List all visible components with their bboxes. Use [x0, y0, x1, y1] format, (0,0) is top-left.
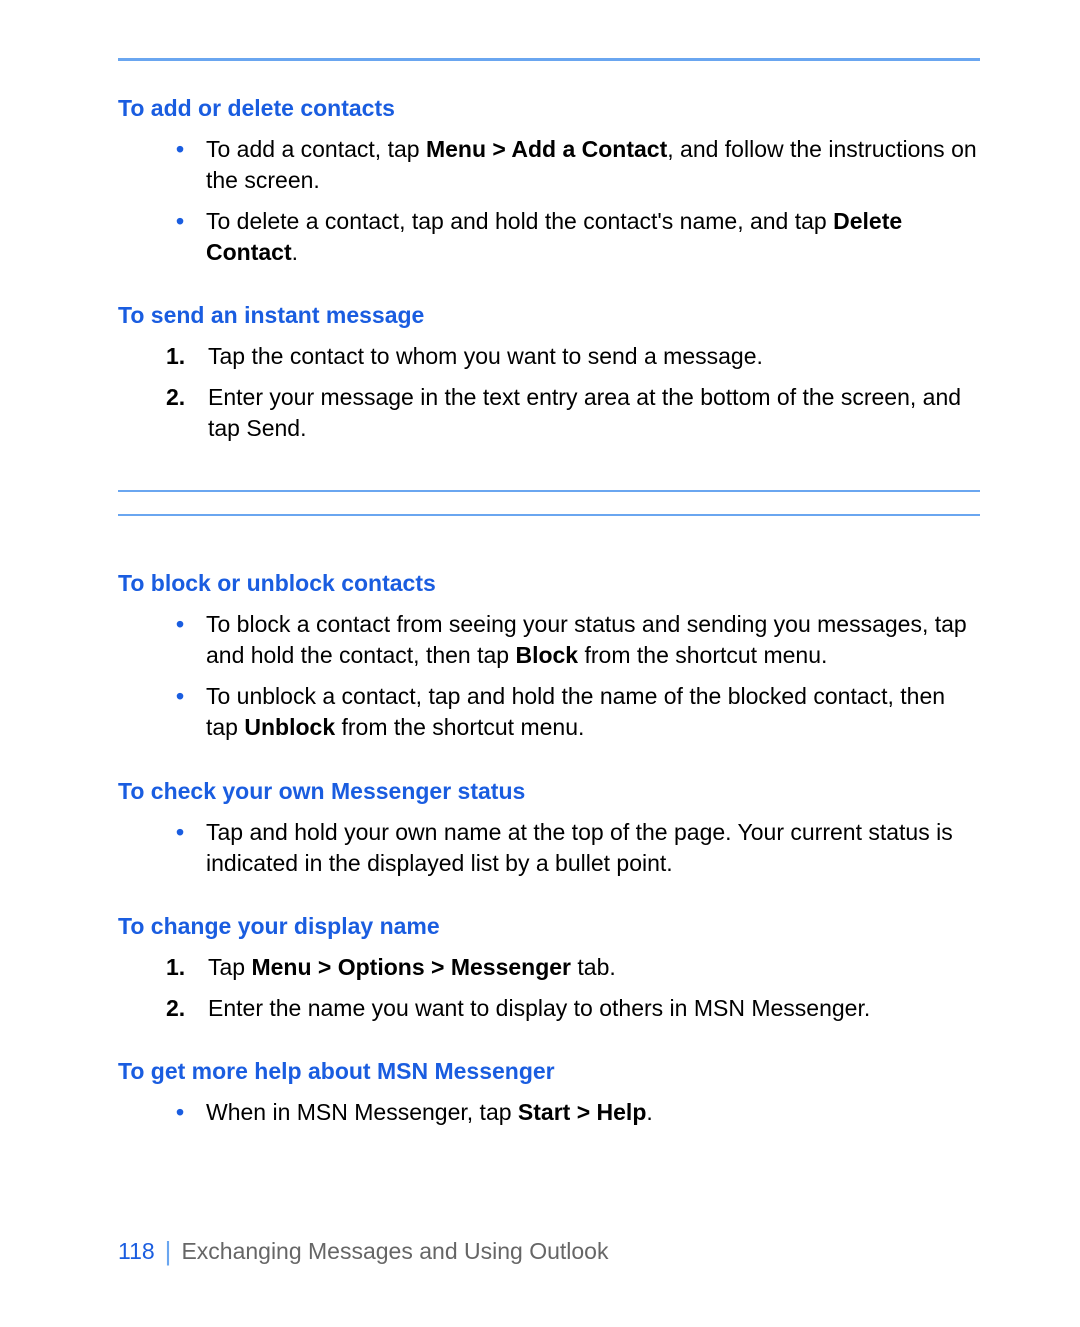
heading-msn-help: To get more help about MSN Messenger — [118, 1058, 980, 1085]
heading-change-display-name: To change your display name — [118, 913, 980, 940]
list-item-text: Tap and hold your own name at the top of… — [206, 817, 980, 879]
list-item: 1. Tap the contact to whom you want to s… — [166, 341, 980, 372]
list-number: 1. — [166, 341, 194, 372]
list-item-text: To block a contact from seeing your stat… — [206, 609, 980, 671]
list-item: 2. Enter the name you want to display to… — [166, 993, 980, 1024]
list-item-text: Enter the name you want to display to ot… — [208, 993, 870, 1024]
list-item-text: Enter your message in the text entry are… — [208, 382, 980, 444]
list-item: • To add a contact, tap Menu > Add a Con… — [176, 134, 980, 196]
bullet-list: • To add a contact, tap Menu > Add a Con… — [176, 134, 980, 268]
footer-separator-icon: | — [165, 1236, 172, 1267]
list-item: • Tap and hold your own name at the top … — [176, 817, 980, 879]
page-footer: 118 | Exchanging Messages and Using Outl… — [118, 1236, 608, 1267]
heading-check-status: To check your own Messenger status — [118, 778, 980, 805]
heading-add-delete-contacts: To add or delete contacts — [118, 95, 980, 122]
tip-block — [118, 490, 980, 516]
ordered-list: 1. Tap Menu > Options > Messenger tab. 2… — [166, 952, 980, 1024]
list-item: 1. Tap Menu > Options > Messenger tab. — [166, 952, 980, 983]
bullet-list: • Tap and hold your own name at the top … — [176, 817, 980, 879]
bullet-list: • To block a contact from seeing your st… — [176, 609, 980, 743]
document-page: To add or delete contacts • To add a con… — [0, 0, 1080, 1327]
list-item-text: When in MSN Messenger, tap Start > Help. — [206, 1097, 653, 1128]
footer-title: Exchanging Messages and Using Outlook — [181, 1238, 608, 1265]
list-number: 1. — [166, 952, 194, 983]
bullet-icon: • — [176, 609, 188, 671]
list-item-text: To delete a contact, tap and hold the co… — [206, 206, 980, 268]
bullet-icon: • — [176, 206, 188, 268]
heading-block-unblock: To block or unblock contacts — [118, 570, 980, 597]
list-item-text: To add a contact, tap Menu > Add a Conta… — [206, 134, 980, 196]
list-item: 2. Enter your message in the text entry … — [166, 382, 980, 444]
list-number: 2. — [166, 382, 194, 444]
bullet-icon: • — [176, 1097, 188, 1128]
list-item-text: To unblock a contact, tap and hold the n… — [206, 681, 980, 743]
bullet-icon: • — [176, 817, 188, 879]
bullet-list: • When in MSN Messenger, tap Start > Hel… — [176, 1097, 980, 1128]
bullet-icon: • — [176, 134, 188, 196]
top-rule — [118, 58, 980, 61]
list-item: • To delete a contact, tap and hold the … — [176, 206, 980, 268]
list-number: 2. — [166, 993, 194, 1024]
page-number: 118 — [118, 1238, 155, 1265]
heading-send-instant-message: To send an instant message — [118, 302, 980, 329]
tip-bottom-rule — [118, 514, 980, 516]
ordered-list: 1. Tap the contact to whom you want to s… — [166, 341, 980, 444]
list-item-text: Tap the contact to whom you want to send… — [208, 341, 763, 372]
list-item: • When in MSN Messenger, tap Start > Hel… — [176, 1097, 980, 1128]
list-item-text: Tap Menu > Options > Messenger tab. — [208, 952, 616, 983]
list-item: • To block a contact from seeing your st… — [176, 609, 980, 671]
list-item: • To unblock a contact, tap and hold the… — [176, 681, 980, 743]
bullet-icon: • — [176, 681, 188, 743]
